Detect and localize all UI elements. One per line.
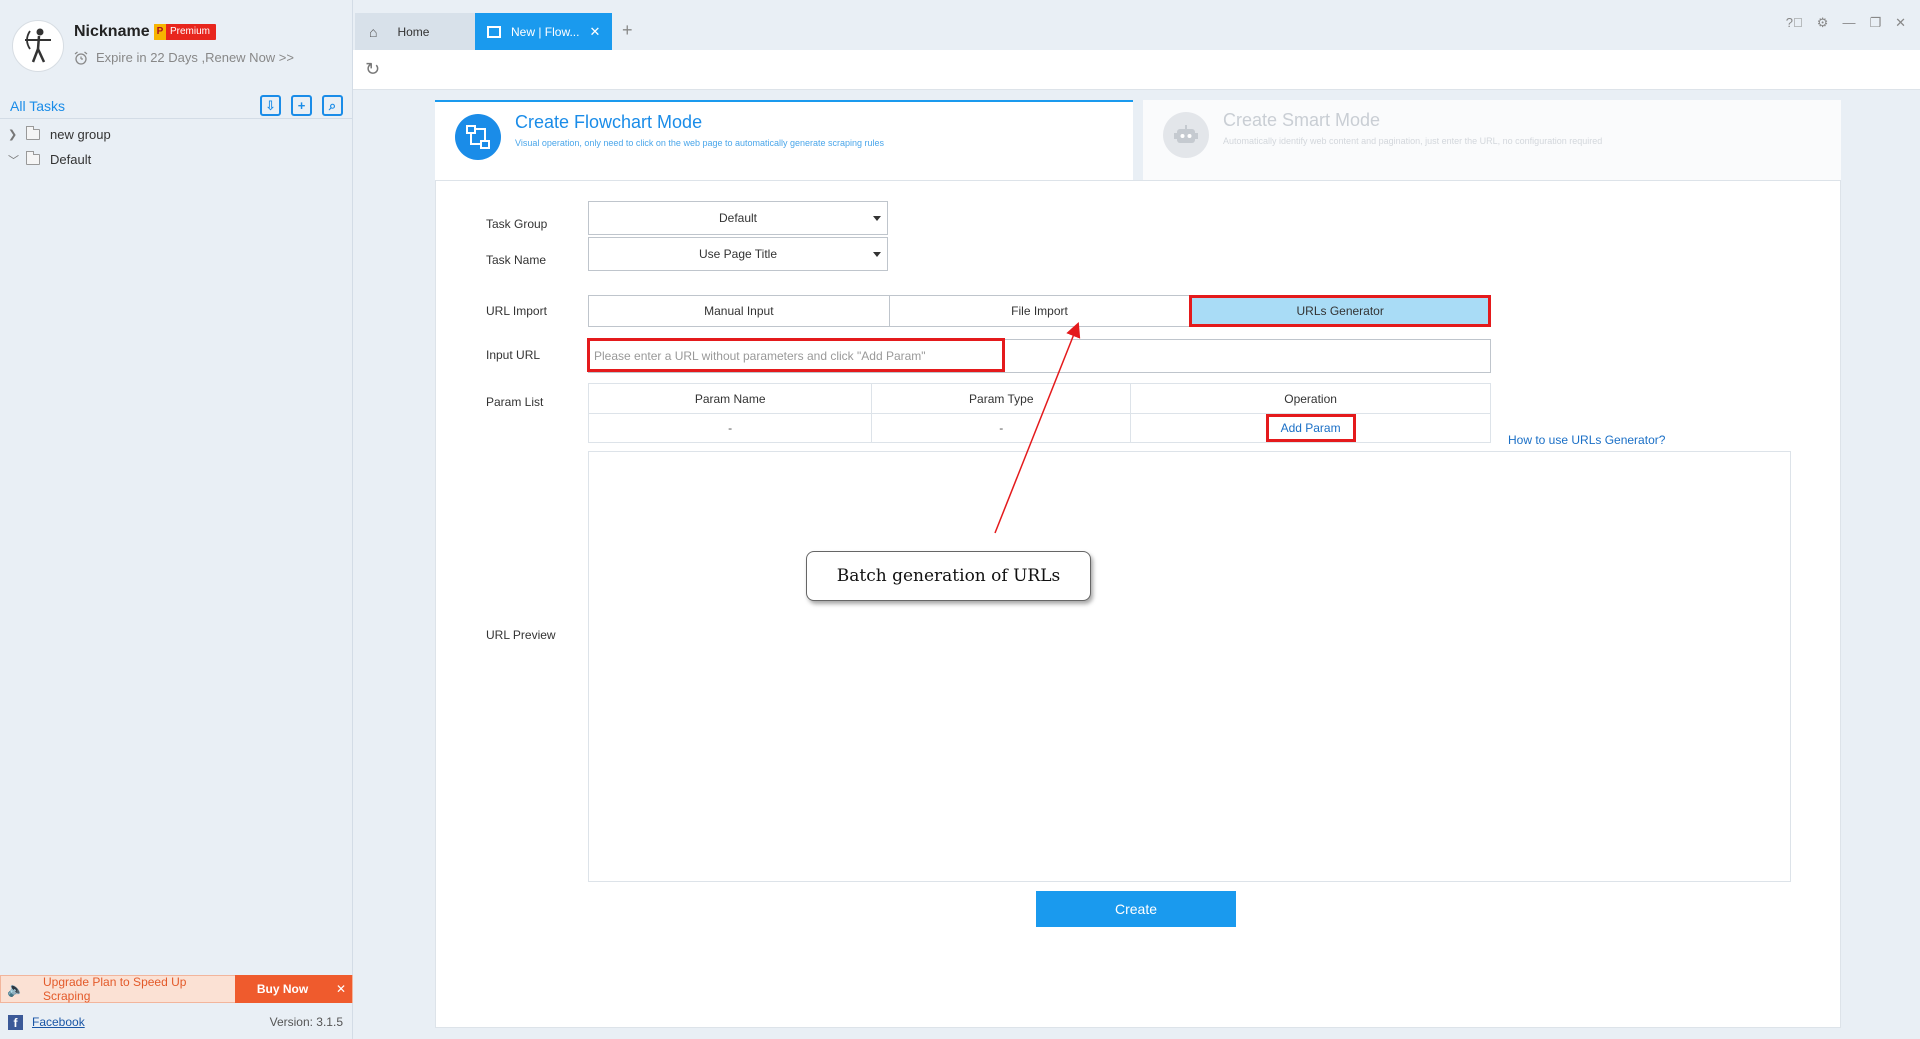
tasks-header: All Tasks ⇩ + ⌕ xyxy=(0,93,353,119)
operation-header: Operation xyxy=(1130,383,1491,414)
version-label: Version: 3.1.5 xyxy=(269,1015,343,1029)
tab-new-label: New | Flow... xyxy=(511,24,580,39)
create-button[interactable]: Create xyxy=(1036,891,1236,927)
smart-mode-card[interactable]: Create Smart Mode Automatically identify… xyxy=(1143,100,1841,180)
param-type-cell: - xyxy=(871,413,1132,443)
minimize-icon[interactable]: — xyxy=(1842,15,1855,31)
toolbar: ↻ xyxy=(353,50,1920,90)
tab-new-flowchart[interactable]: New | Flow... ✕ xyxy=(475,13,612,50)
nickname: Nickname xyxy=(74,23,150,40)
tree-item-label: Default xyxy=(50,152,92,167)
flowchart-icon xyxy=(455,114,501,160)
urls-generator-option[interactable]: URLs Generator xyxy=(1189,295,1492,327)
main-area: Create Flowchart Mode Visual operation, … xyxy=(353,90,1920,1039)
expire-notice[interactable]: Expire in 22 Days ,Renew Now >> xyxy=(74,50,294,65)
premium-badge-label: Premium xyxy=(170,26,211,37)
task-group-value: Default xyxy=(718,211,758,225)
upgrade-banner: 🔈 Upgrade Plan to Speed Up Scraping Buy … xyxy=(0,975,353,1003)
folder-icon xyxy=(26,151,40,165)
search-task-icon[interactable]: ⌕ xyxy=(322,95,343,116)
robot-icon xyxy=(1163,112,1209,158)
archer-icon xyxy=(25,28,51,63)
param-type-header: Param Type xyxy=(871,383,1132,414)
refresh-icon[interactable]: ↻ xyxy=(365,59,380,80)
param-name-cell: - xyxy=(587,413,873,443)
param-table: Param Name Param Type Operation - - Add … xyxy=(587,383,1491,443)
flowchart-mode-title: Create Flowchart Mode xyxy=(515,112,703,132)
buy-now-button[interactable]: Buy Now xyxy=(235,975,330,1003)
flowchart-mode-card[interactable]: Create Flowchart Mode Visual operation, … xyxy=(435,100,1133,184)
facebook-icon[interactable]: f xyxy=(8,1015,23,1030)
add-param-button[interactable]: Add Param xyxy=(1265,414,1356,442)
folder-icon xyxy=(26,126,40,140)
task-name-select[interactable]: Use Page Title xyxy=(588,237,888,271)
smart-mode-subtitle: Automatically identify web content and p… xyxy=(1223,136,1603,146)
all-tasks-label[interactable]: All Tasks xyxy=(10,98,65,114)
expire-text: Expire in 22 Days ,Renew Now >> xyxy=(96,50,294,65)
operation-cell: Add Param xyxy=(1130,413,1491,443)
tab-home[interactable]: ⌂ Home xyxy=(355,13,475,50)
input-url-label: Input URL xyxy=(486,348,541,362)
tab-home-label: Home xyxy=(397,24,430,39)
url-preview-area[interactable] xyxy=(588,451,1791,882)
howto-urls-generator-link[interactable]: How to use URLs Generator? xyxy=(1508,433,1665,447)
smart-mode-title: Create Smart Mode xyxy=(1223,110,1381,130)
avatar[interactable] xyxy=(12,20,64,72)
caret-down-icon xyxy=(873,216,881,221)
param-list-label: Param List xyxy=(486,395,544,409)
home-icon: ⌂ xyxy=(369,23,378,40)
url-preview-label: URL Preview xyxy=(486,628,556,642)
profile-area: Nickname P Premium Expire in 22 Days ,Re… xyxy=(0,0,353,90)
manual-input-option[interactable]: Manual Input xyxy=(589,296,890,326)
caret-down-icon xyxy=(873,252,881,257)
flowchart-mode-subtitle: Visual operation, only need to click on … xyxy=(515,138,885,148)
task-tree: ❯ new group ﹀ Default xyxy=(0,122,353,172)
close-window-icon[interactable]: ✕ xyxy=(1895,15,1906,31)
add-tab-icon[interactable]: + xyxy=(622,20,633,41)
restore-icon[interactable]: ❐ xyxy=(1869,15,1881,31)
task-name-label: Task Name xyxy=(486,253,547,267)
tree-item-label: new group xyxy=(50,127,111,142)
input-url-field[interactable] xyxy=(588,339,1491,373)
window-controls: ?⃝ ⚙ — ❐ ✕ xyxy=(1786,15,1906,31)
gear-icon[interactable]: ⚙ xyxy=(1817,15,1829,31)
upgrade-text[interactable]: Upgrade Plan to Speed Up Scraping xyxy=(31,975,235,1003)
close-icon[interactable]: ✕ xyxy=(330,975,352,1003)
create-task-form: Task Group Default Task Name Use Page Ti… xyxy=(435,180,1841,1028)
premium-badge-letter: P xyxy=(154,24,166,40)
task-group-label: Task Group xyxy=(486,217,548,231)
url-import-switch: Manual Input File Import URLs Generator xyxy=(588,295,1492,327)
alarm-clock-icon xyxy=(74,51,88,65)
param-name-header: Param Name xyxy=(587,383,873,414)
task-name-value: Use Page Title xyxy=(698,247,778,261)
input-url-input[interactable] xyxy=(589,340,1490,372)
table-row: - - Add Param xyxy=(587,413,1491,443)
window-icon xyxy=(487,25,501,38)
premium-badge: P Premium xyxy=(154,24,216,40)
facebook-link[interactable]: Facebook xyxy=(32,1015,85,1029)
tree-item-default[interactable]: ﹀ Default xyxy=(0,147,353,172)
tab-bar: ⌂ Home New | Flow... ✕ + ?⃝ ⚙ — ❐ ✕ xyxy=(353,0,1920,50)
annotation-callout: Batch generation of URLs xyxy=(806,551,1091,601)
task-tools: ⇩ + ⌕ xyxy=(260,95,343,116)
speaker-icon: 🔈 xyxy=(7,980,25,997)
tree-item-new-group[interactable]: ❯ new group xyxy=(0,122,353,147)
sidebar: Nickname P Premium Expire in 22 Days ,Re… xyxy=(0,0,353,1039)
url-import-label: URL Import xyxy=(486,304,547,318)
task-group-select[interactable]: Default xyxy=(588,201,888,235)
help-icon[interactable]: ?⃝ xyxy=(1786,15,1803,31)
new-task-icon[interactable]: + xyxy=(291,95,312,116)
param-table-header: Param Name Param Type Operation xyxy=(587,383,1491,414)
file-import-option[interactable]: File Import xyxy=(889,296,1191,326)
close-tab-icon[interactable]: ✕ xyxy=(589,24,600,40)
chevron-down-icon[interactable]: ﹀ xyxy=(8,152,20,168)
sidebar-footer: f Facebook Version: 3.1.5 xyxy=(0,1010,353,1034)
import-icon[interactable]: ⇩ xyxy=(260,95,281,116)
chevron-right-icon[interactable]: ❯ xyxy=(8,128,20,141)
